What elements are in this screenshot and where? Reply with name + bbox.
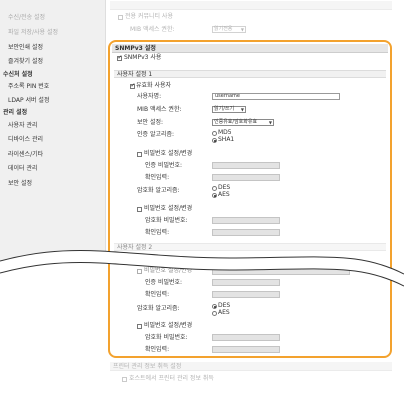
sidebar-item-user-management[interactable]: 사용자 관리 xyxy=(8,122,38,130)
user2-enc-password-change-label: 비밀번호 설정/변경 xyxy=(144,322,193,329)
dedicated-community-checkbox[interactable] xyxy=(118,15,123,20)
host-printer-info-label: 호스트에서 프린터 관리 정보 취득 xyxy=(129,375,214,382)
user1-enc-aes-label: AES xyxy=(218,191,230,198)
user1-section-header: 사용자 설정 1 xyxy=(114,70,386,78)
user2-enc-des-radio[interactable] xyxy=(212,304,217,309)
snmpv1-mib-access-value: 읽기전용 xyxy=(214,26,233,32)
user1-auth-password-input[interactable] xyxy=(212,162,280,169)
user2-enc-password-label: 암호화 비밀번호: xyxy=(145,334,188,341)
user1-auth-sha1-radio[interactable] xyxy=(212,138,217,143)
printer-mgmt-section-title: 프린터 관리 정보 취득 설정 xyxy=(113,363,182,370)
sidebar-item-send-receive[interactable]: 수신/전송 설정 xyxy=(8,14,45,22)
user1-security-value: 인증유효/암호화유효 xyxy=(214,119,258,125)
user1-auth-md5-radio[interactable] xyxy=(212,131,217,136)
sidebar-group-management: 관리 설정 xyxy=(3,109,28,116)
user1-enc-password-label: 암호화 비밀번호: xyxy=(145,217,188,224)
user1-auth-password-change-label: 비밀번호 설정/변경 xyxy=(144,150,193,157)
sidebar-group-destination: 수신처 설정 xyxy=(3,71,33,78)
sidebar-item-secure-print[interactable]: 보안인쇄 설정 xyxy=(8,44,43,52)
chevron-down-icon: ▼ xyxy=(240,107,244,112)
user1-security-select[interactable]: 인증유효/암호화유효 ▼ xyxy=(212,119,274,126)
sidebar-nav: 수신/전송 설정 파일 저장/사용 설정 보안인쇄 설정 즐겨찾기 설정 수신처… xyxy=(0,0,106,262)
user1-auth-password-confirm-input[interactable] xyxy=(212,174,280,181)
user1-enc-password-change-label: 비밀번호 설정/변경 xyxy=(144,205,193,212)
user1-enc-des-radio[interactable] xyxy=(212,186,217,191)
user2-section-title: 사용자 설정 2 xyxy=(117,244,153,251)
sidebar-item-address-book-pin[interactable]: 주소록 PIN 번호 xyxy=(8,83,49,91)
user1-enable-checkbox[interactable] xyxy=(130,82,136,90)
user2-enc-algorithm-label: 암호화 알고리즘: xyxy=(137,305,180,312)
user1-username-label: 사용자명: xyxy=(137,93,162,100)
printer-mgmt-section-header: 프린터 관리 정보 취득 설정 xyxy=(110,362,392,371)
sidebar-item-ldap-server[interactable]: LDAP 서버 설정 xyxy=(8,97,49,105)
user1-auth-password-confirm-label: 확인입력: xyxy=(145,174,170,181)
user2-auth-password-confirm-input[interactable] xyxy=(212,291,280,298)
user1-auth-algorithm-label: 인증 알고리즘: xyxy=(137,131,175,138)
snmpv3-enable-checkbox[interactable] xyxy=(117,54,123,62)
user2-enc-password-confirm-input[interactable] xyxy=(212,346,280,353)
user2-enc-aes-label: AES xyxy=(218,309,230,316)
snmpv1-mib-access-select[interactable]: 읽기전용 ▼ xyxy=(212,26,246,33)
snmpv3-section-title: SNMPv3 설정 xyxy=(115,45,156,52)
user2-section-header: 사용자 설정 2 xyxy=(114,243,386,251)
dedicated-community-label: 전용 커뮤니티 사용 xyxy=(125,13,173,20)
sidebar-item-data-management[interactable]: 데이터 관리 xyxy=(8,165,38,173)
user1-auth-password-label: 인증 비밀번호: xyxy=(145,162,183,169)
user1-mib-access-select[interactable]: 읽기/쓰기 ▼ xyxy=(212,106,246,113)
user1-section-title: 사용자 설정 1 xyxy=(117,71,153,78)
remote-ui-page: 수신/전송 설정 파일 저장/사용 설정 보안인쇄 설정 즐겨찾기 설정 수신처… xyxy=(0,0,404,400)
user1-mib-access-value: 읽기/쓰기 xyxy=(214,106,235,112)
user1-enable-label: 유효화 사용자 xyxy=(136,82,172,89)
user1-auth-sha1-label: SHA1 xyxy=(218,136,235,143)
user2-enc-aes-radio[interactable] xyxy=(212,311,217,316)
user1-username-input[interactable]: username xyxy=(212,93,340,100)
user2-auth-password-label: 인증 비밀번호: xyxy=(145,279,183,286)
user2-auth-password-confirm-label: 확인입력: xyxy=(145,291,170,298)
user1-enc-password-change-checkbox[interactable] xyxy=(137,207,142,212)
user1-mib-access-label: MIB 액세스 권한: xyxy=(137,106,182,113)
user1-enc-aes-radio[interactable] xyxy=(212,193,217,198)
snmpv1-section-header xyxy=(110,1,392,10)
user2-enc-password-input[interactable] xyxy=(212,334,280,341)
snmpv1-mib-access-label: MIB 액세스 권한: xyxy=(130,26,175,33)
user2-enc-password-change-checkbox[interactable] xyxy=(137,324,142,329)
snmpv3-enable-label: SNMPv3 사용 xyxy=(124,54,162,61)
sidebar-item-security-settings[interactable]: 보안 설정 xyxy=(8,180,32,188)
chevron-down-icon: ▼ xyxy=(240,27,244,32)
user2-partial-input[interactable] xyxy=(212,268,350,275)
user1-enc-algorithm-label: 암호화 알고리즘: xyxy=(137,187,180,194)
chevron-down-icon: ▼ xyxy=(268,120,272,125)
user1-enc-password-confirm-label: 확인입력: xyxy=(145,229,170,236)
user1-security-label: 보안 설정: xyxy=(137,119,164,126)
sidebar-item-device-management[interactable]: 디바이스 관리 xyxy=(8,136,43,144)
user2-auth-password-input[interactable] xyxy=(212,279,280,286)
sidebar-item-file-store[interactable]: 파일 저장/사용 설정 xyxy=(8,29,58,37)
user2-enc-password-confirm-label: 확인입력: xyxy=(145,346,170,353)
host-printer-info-checkbox[interactable] xyxy=(122,377,127,382)
sidebar-item-favorites[interactable]: 즐겨찾기 설정 xyxy=(8,58,43,66)
user1-auth-password-change-checkbox[interactable] xyxy=(137,152,142,157)
user1-enc-password-input[interactable] xyxy=(212,217,280,224)
snmpv3-section-header: SNMPv3 설정 xyxy=(112,44,388,53)
user2-auth-password-change-label: 비밀번호 설정/변경 xyxy=(144,267,193,274)
user1-enc-password-confirm-input[interactable] xyxy=(212,229,280,236)
user2-auth-password-change-checkbox[interactable] xyxy=(137,269,142,274)
sidebar-item-license-other[interactable]: 라이센스/기타 xyxy=(8,151,43,159)
